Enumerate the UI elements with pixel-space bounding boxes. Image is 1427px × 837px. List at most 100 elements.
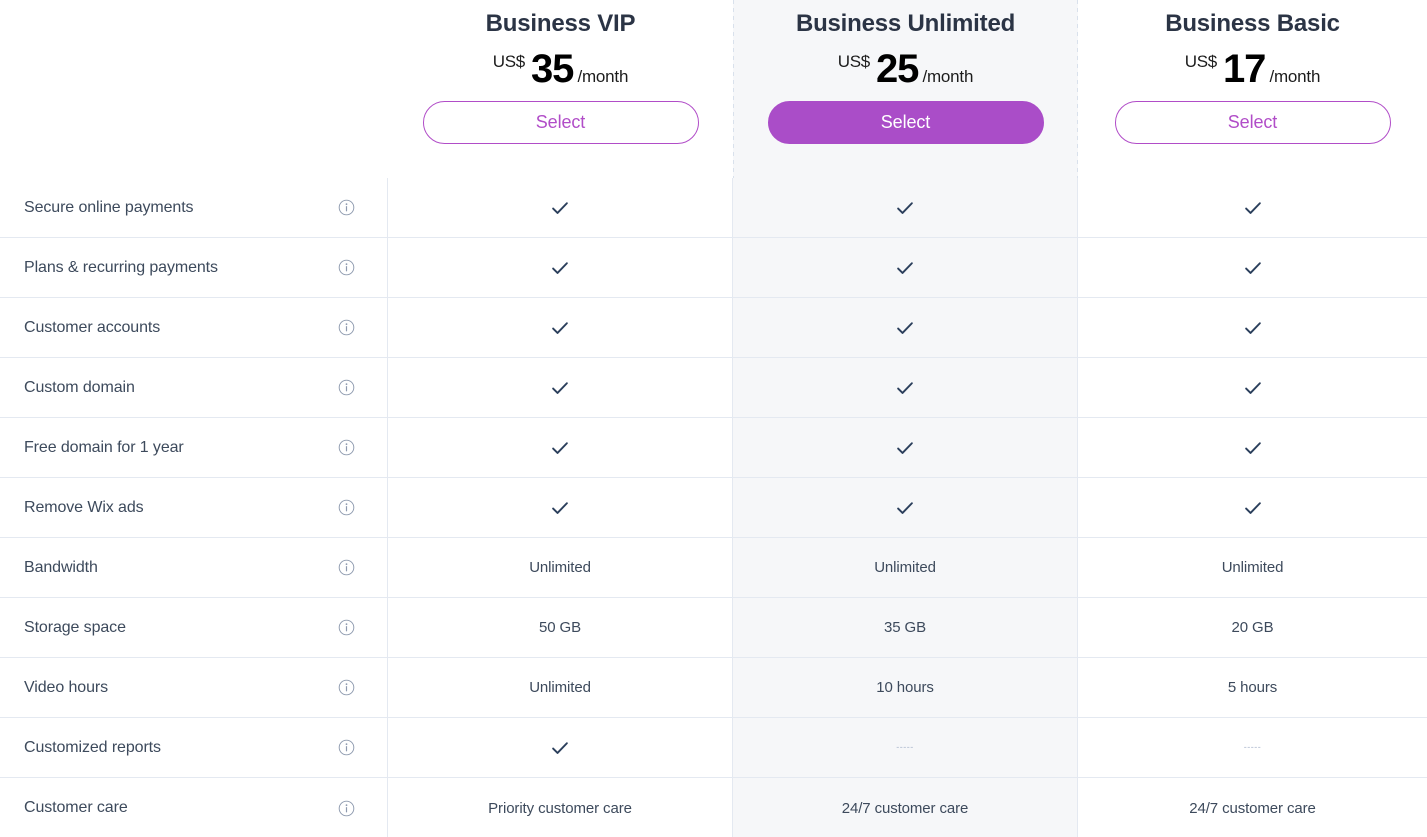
check-icon — [1244, 201, 1261, 214]
info-circle-icon[interactable] — [338, 499, 355, 516]
feature-value-cell: 10 hours — [733, 658, 1078, 717]
select-button-business-basic[interactable]: Select — [1114, 101, 1391, 144]
price-amount: 25 — [875, 47, 919, 91]
feature-value-cell — [1078, 178, 1427, 237]
check-icon — [552, 501, 568, 514]
feature-value-cell — [733, 478, 1078, 537]
table-row: Storage space 50 GB 35 GB 20 GB — [0, 598, 1427, 658]
check-icon — [552, 441, 568, 454]
not-included-dash: ----- — [896, 742, 914, 752]
feature-label: Remove Wix ads — [24, 498, 144, 516]
info-circle-icon[interactable] — [338, 199, 355, 216]
info-circle-icon[interactable] — [338, 739, 355, 756]
info-circle-icon[interactable] — [338, 439, 355, 456]
check-icon — [552, 741, 568, 754]
check-icon — [1244, 441, 1261, 454]
info-circle-icon[interactable] — [338, 559, 355, 576]
feature-value-cell — [733, 178, 1078, 237]
feature-label: Free domain for 1 year — [24, 438, 184, 456]
feature-label: Custom domain — [24, 378, 135, 396]
select-button-business-vip[interactable]: Select — [422, 101, 699, 144]
plan-header-business-unlimited: Business Unlimited US$ 25 /month Select — [733, 0, 1078, 178]
table-row: Customer care Priority customer care 24/7 … — [0, 778, 1427, 837]
plan-header-business-basic: Business Basic US$ 17 /month Select — [1078, 0, 1427, 178]
feature-label-cell: Bandwidth — [0, 538, 388, 597]
check-icon — [552, 261, 568, 274]
feature-value: 35 GB — [883, 619, 927, 636]
check-icon — [1244, 321, 1261, 334]
info-circle-icon[interactable] — [338, 319, 355, 336]
check-icon — [897, 201, 913, 214]
feature-label-cell: Secure online payments — [0, 178, 388, 237]
feature-value-cell — [733, 298, 1078, 357]
plan-price: US$ 25 /month — [837, 47, 974, 91]
info-circle-icon[interactable] — [338, 379, 355, 396]
table-row: Secure online payments — [0, 178, 1427, 238]
feature-value-cell: Priority customer care — [388, 778, 733, 837]
not-included-dash: ----- — [1243, 742, 1262, 752]
check-icon — [1244, 381, 1261, 394]
price-currency: US$ — [837, 52, 870, 71]
info-circle-icon[interactable] — [338, 800, 355, 817]
feature-value-cell — [733, 238, 1078, 297]
table-row: Video hours Unlimited 10 hours 5 hours — [0, 658, 1427, 718]
feature-label-cell: Customer care — [0, 778, 388, 837]
feature-value: 10 hours — [876, 679, 934, 696]
feature-value-cell — [1078, 238, 1427, 297]
feature-value-cell — [733, 418, 1078, 477]
info-circle-icon[interactable] — [338, 259, 355, 276]
info-circle-icon[interactable] — [338, 679, 355, 696]
info-circle-icon[interactable] — [338, 619, 355, 636]
feature-label-cell: Plans & recurring payments — [0, 238, 388, 297]
price-currency: US$ — [492, 52, 525, 71]
feature-value: Unlimited — [529, 679, 591, 696]
feature-value: 24/7 customer care — [841, 799, 969, 817]
table-row: Customized reports ----- ----- — [0, 718, 1427, 778]
table-row: Free domain for 1 year — [0, 418, 1427, 478]
feature-label-cell: Free domain for 1 year — [0, 418, 388, 477]
check-icon — [897, 381, 913, 394]
feature-value-cell: Unlimited — [388, 658, 733, 717]
feature-value: Unlimited — [874, 559, 936, 576]
feature-value-cell — [388, 298, 733, 357]
feature-label: Plans & recurring payments — [24, 258, 218, 276]
price-period: /month — [1269, 67, 1321, 86]
price-period: /month — [577, 67, 629, 86]
plan-name: Business VIP — [485, 10, 636, 37]
feature-label-cell: Customer accounts — [0, 298, 388, 357]
feature-value-cell: ----- — [733, 718, 1078, 777]
feature-value: Unlimited — [529, 559, 591, 576]
select-button-business-unlimited[interactable]: Select — [767, 101, 1044, 144]
feature-value-cell: 5 hours — [1078, 658, 1427, 717]
feature-value-cell: Unlimited — [1078, 538, 1427, 597]
table-row: Plans & recurring payments — [0, 238, 1427, 298]
price-amount: 35 — [530, 47, 574, 91]
feature-label: Customer accounts — [24, 318, 161, 336]
feature-value-cell — [388, 718, 733, 777]
feature-value-cell — [733, 358, 1078, 417]
feature-value-cell: Unlimited — [388, 538, 733, 597]
feature-label-cell: Custom domain — [0, 358, 388, 417]
feature-value-cell: 35 GB — [733, 598, 1078, 657]
feature-value-cell: 20 GB — [1078, 598, 1427, 657]
feature-label-cell: Storage space — [0, 598, 388, 657]
feature-value-cell: ----- — [1078, 718, 1427, 777]
price-currency: US$ — [1184, 52, 1217, 71]
feature-label-cell: Video hours — [0, 658, 388, 717]
check-icon — [552, 201, 568, 214]
feature-label: Video hours — [24, 678, 109, 696]
plan-name: Business Basic — [1165, 10, 1340, 37]
feature-value-cell — [1078, 298, 1427, 357]
feature-value-cell — [388, 178, 733, 237]
check-icon — [897, 321, 913, 334]
pricing-comparison-table: Business VIP US$ 35 /month Select Busine… — [0, 0, 1427, 837]
feature-value: 20 GB — [1231, 619, 1274, 636]
price-period: /month — [922, 67, 974, 86]
table-row: Custom domain — [0, 358, 1427, 418]
feature-label-cell: Customized reports — [0, 718, 388, 777]
feature-value-cell — [1078, 358, 1427, 417]
check-icon — [1244, 261, 1261, 274]
price-amount: 17 — [1222, 47, 1266, 91]
feature-value-cell — [388, 358, 733, 417]
table-row: Customer accounts — [0, 298, 1427, 358]
